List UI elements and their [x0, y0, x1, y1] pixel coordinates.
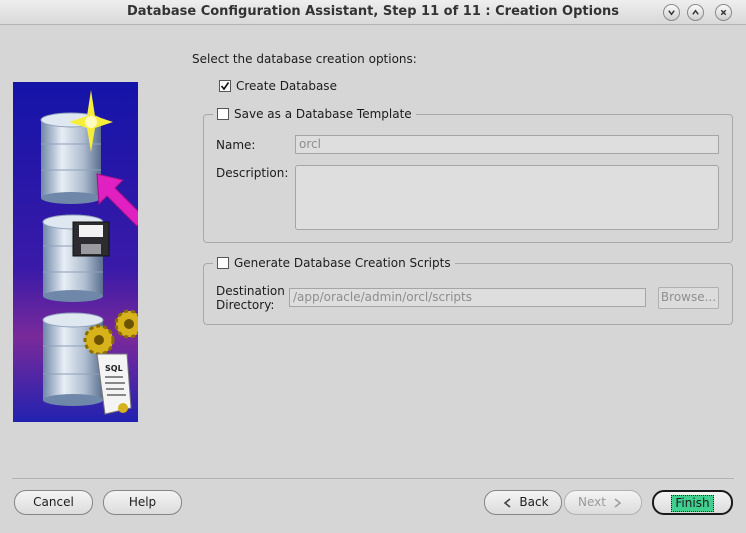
finish-button[interactable]: Finish: [652, 490, 733, 515]
save-template-checkbox[interactable]: [217, 108, 229, 120]
next-button[interactable]: Next: [564, 490, 642, 515]
close-icon: [720, 9, 727, 16]
database-save-icon: [42, 214, 110, 302]
wizard-graphic: SQL: [13, 82, 138, 422]
generate-scripts-option[interactable]: Generate Database Creation Scripts: [213, 256, 455, 270]
footer-divider: [12, 478, 734, 479]
back-label: Back: [519, 495, 549, 509]
chevron-down-icon: [668, 10, 675, 16]
chevron-up-icon: [692, 9, 699, 15]
next-label: Next: [578, 495, 606, 509]
sql-label: SQL: [105, 364, 123, 373]
intro-text: Select the database creation options:: [192, 52, 417, 66]
create-database-checkbox[interactable]: [219, 80, 231, 92]
name-label: Name:: [216, 138, 256, 152]
generate-scripts-checkbox[interactable]: [217, 257, 229, 269]
chevron-left-icon: [504, 497, 511, 508]
save-template-label: Save as a Database Template: [234, 107, 412, 121]
title-bar[interactable]: Database Configuration Assistant, Step 1…: [0, 0, 746, 25]
template-description-input[interactable]: [295, 165, 719, 230]
back-button[interactable]: Back: [484, 490, 562, 515]
create-database-option[interactable]: Create Database: [219, 79, 337, 93]
destination-label-line2: Directory:: [216, 298, 275, 312]
help-button[interactable]: Help: [103, 490, 182, 515]
create-database-label: Create Database: [236, 79, 337, 93]
browse-button[interactable]: Browse...: [658, 287, 719, 309]
close-button[interactable]: [715, 4, 732, 21]
chevron-right-icon: [614, 497, 622, 508]
description-label: Description:: [216, 166, 289, 180]
maximize-button[interactable]: [687, 4, 704, 21]
minimize-button[interactable]: [663, 4, 680, 21]
cancel-button[interactable]: Cancel: [14, 490, 93, 515]
generate-scripts-label: Generate Database Creation Scripts: [234, 256, 451, 270]
check-icon: [220, 82, 230, 91]
template-name-input[interactable]: orcl: [295, 135, 719, 154]
destination-directory-input[interactable]: /app/oracle/admin/orcl/scripts: [289, 288, 646, 307]
window-title: Database Configuration Assistant, Step 1…: [126, 4, 620, 19]
database-script-icon: SQL: [42, 309, 138, 415]
save-template-option[interactable]: Save as a Database Template: [213, 107, 416, 121]
finish-label: Finish: [671, 495, 714, 512]
destination-label-line1: Destination: [216, 284, 285, 298]
